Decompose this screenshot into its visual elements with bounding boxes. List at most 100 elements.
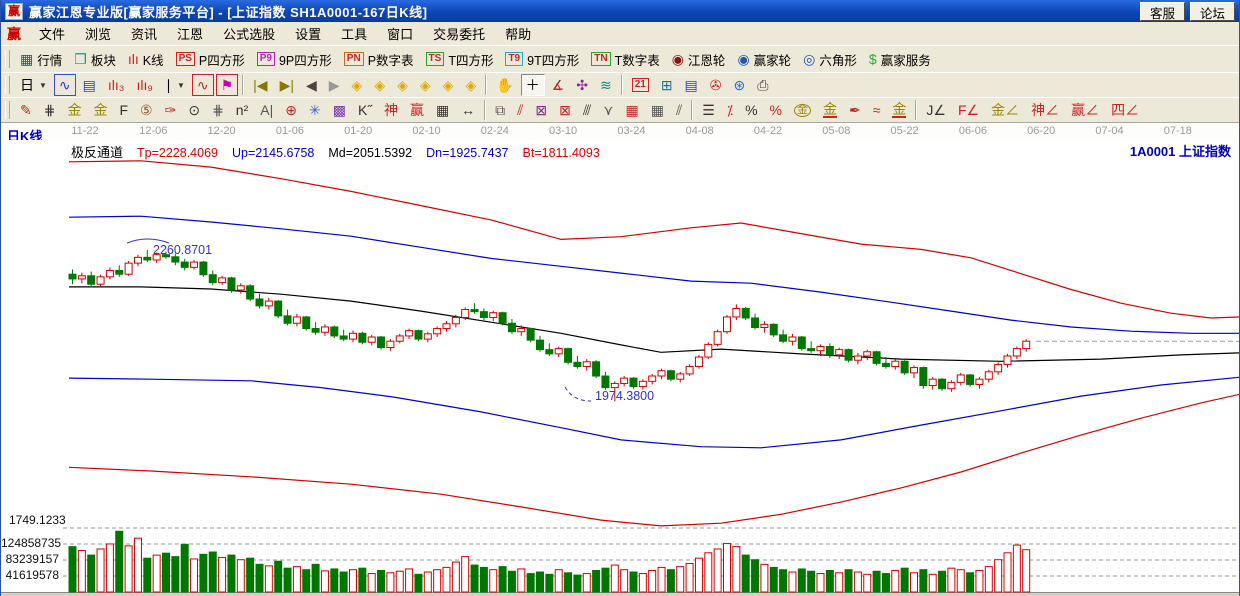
grid-arrow-icon[interactable]: ▦: [646, 99, 669, 121]
clock-scale-icon[interactable]: ⊙: [183, 99, 205, 121]
percent-icon[interactable]: %: [740, 99, 762, 121]
angle-ying-icon[interactable]: 赢∠: [1066, 99, 1104, 121]
gold-underline-red-icon[interactable]: 金: [887, 99, 911, 121]
menu-item-formula-stock-pick[interactable]: 公式选股: [213, 21, 285, 46]
compass-red-icon[interactable]: ⊕: [280, 99, 302, 121]
menu-item-settings[interactable]: 设置: [285, 21, 331, 46]
chart-canvas[interactable]: [1, 140, 1240, 593]
hand-tool-icon[interactable]: ✋: [491, 74, 518, 96]
gann-wheel-button[interactable]: ◉江恩轮: [667, 48, 731, 70]
gann-shape-purple-icon[interactable]: ✣: [571, 74, 593, 96]
gold-circle-icon[interactable]: 金: [789, 99, 816, 121]
web-tool-icon[interactable]: ⊛: [729, 74, 751, 96]
gold-line-icon[interactable]: 金: [818, 99, 842, 121]
info-note-icon[interactable]: ▤: [78, 74, 101, 96]
calculator-tool-icon[interactable]: ⊞: [656, 74, 678, 96]
menu-item-window[interactable]: 窗口: [377, 21, 423, 46]
box-tool-icon[interactable]: ⧉: [490, 99, 510, 121]
page-left-icon[interactable]: ◀: [301, 74, 322, 96]
percent-line-icon[interactable]: ⁒: [722, 99, 738, 121]
flag-chart-tool-icon[interactable]: ⚑: [216, 74, 239, 96]
shen-scale-icon[interactable]: 神: [379, 99, 403, 121]
diamond-arrow-x-icon[interactable]: ◈: [415, 74, 436, 96]
percent-red-icon[interactable]: %: [765, 99, 787, 121]
calendar-tool-icon[interactable]: 21: [627, 74, 654, 96]
fan-box-purple-icon[interactable]: ⊠: [530, 99, 552, 121]
t-number-table-button[interactable]: TNT数字表: [586, 48, 664, 70]
save-tool-icon[interactable]: ✇: [705, 74, 727, 96]
customer-service-button[interactable]: 客服: [1140, 2, 1185, 21]
winner-wheel-button[interactable]: ◉赢家轮: [732, 48, 796, 70]
diamond-arrow-right-icon[interactable]: ◈: [369, 74, 390, 96]
angle-j-icon[interactable]: J∠: [921, 99, 951, 121]
candle-style-dropdown-icon[interactable]: ∣▼: [160, 74, 190, 96]
candle-style-dropdown-dropdown-arrow[interactable]: ▼: [177, 81, 185, 90]
p-square-button[interactable]: PSP四方形: [171, 48, 250, 70]
zigzag-pattern-red-icon[interactable]: ∿: [192, 74, 214, 96]
menu-item-help[interactable]: 帮助: [495, 21, 541, 46]
menu-item-tools[interactable]: 工具: [331, 21, 377, 46]
pencil-tool-icon[interactable]: ✎: [15, 99, 37, 121]
gold-scale-2-icon[interactable]: 金: [88, 99, 112, 121]
notes-tool-icon[interactable]: ▤: [680, 74, 703, 96]
angle-measure-tool-icon[interactable]: ∡: [547, 74, 570, 96]
pattern-grid-box-icon[interactable]: ▩: [328, 99, 351, 121]
ruler-123-icon[interactable]: ▦: [431, 99, 454, 121]
menu-item-gann[interactable]: 江恩: [167, 21, 213, 46]
menu-item-trade-order[interactable]: 交易委托: [423, 21, 495, 46]
menu-item-browse[interactable]: 浏览: [75, 21, 121, 46]
menu-item-file[interactable]: 文件: [29, 21, 75, 46]
diamond-arrow-star-icon[interactable]: ◈: [438, 74, 459, 96]
9p-square-button[interactable]: P99P四方形: [252, 48, 337, 70]
hexagon-button[interactable]: ◎六角形: [798, 48, 862, 70]
angle-gold-icon[interactable]: 金∠: [986, 99, 1024, 121]
gold-scale-1-icon[interactable]: 金: [62, 99, 86, 121]
print-tool-icon[interactable]: ⎙: [752, 74, 773, 96]
bars-3-tool-icon[interactable]: ılı₃: [103, 74, 130, 96]
rocket-scale-icon[interactable]: ✑: [160, 99, 182, 121]
zigzag-pattern-blue-icon[interactable]: ∿: [54, 74, 76, 96]
fan-box-red-icon[interactable]: ⊠: [554, 99, 576, 121]
n2-scale-icon[interactable]: n²: [231, 99, 253, 121]
bars-9-tool-icon[interactable]: ılı₉: [131, 74, 157, 96]
forum-button[interactable]: 论坛: [1190, 2, 1235, 21]
ying-scale-icon[interactable]: 赢: [405, 99, 429, 121]
t-square-button[interactable]: TST四方形: [421, 48, 499, 70]
parallel-lines-icon[interactable]: ⫽: [671, 99, 687, 121]
angle-si-icon[interactable]: 四∠: [1106, 99, 1144, 121]
diamond-arrow-cross-icon[interactable]: ◈: [460, 74, 481, 96]
angle-f-icon[interactable]: F∠: [953, 99, 984, 121]
pattern-teal-icon[interactable]: ≋: [595, 74, 617, 96]
goto-first-icon[interactable]: |◀: [248, 74, 272, 96]
brush-tool-icon[interactable]: ✒: [844, 99, 866, 121]
angle-snap-icon[interactable]: A|: [255, 99, 278, 121]
f-scale-icon[interactable]: F: [114, 99, 133, 121]
9t-square-button[interactable]: T99T四方形: [500, 48, 584, 70]
angle-lines-icon[interactable]: ⫻: [578, 99, 596, 121]
v-lines-icon[interactable]: ⋎: [598, 99, 618, 121]
goto-last-icon[interactable]: ▶|: [275, 74, 299, 96]
sectors-button[interactable]: ❒板块: [69, 48, 121, 70]
kline-style-dropdown-dropdown-arrow[interactable]: ▼: [39, 81, 47, 90]
kline-button[interactable]: ılıK线: [123, 48, 169, 70]
width-measure-icon[interactable]: ↔: [456, 99, 480, 121]
spiral-5-icon[interactable]: ⑤: [135, 99, 158, 121]
quotes-button[interactable]: ▦行情: [15, 48, 67, 70]
p-number-table-button[interactable]: PNP数字表: [339, 48, 419, 70]
menu-item-news[interactable]: 资讯: [121, 21, 167, 46]
wave-tool-icon[interactable]: ≈: [868, 99, 886, 121]
star-blue-icon[interactable]: ✳: [304, 99, 326, 121]
fan-lines-red-icon[interactable]: ⫽: [512, 99, 528, 121]
plain-scale-icon[interactable]: ⋕: [207, 99, 229, 121]
kline-style-dropdown-icon[interactable]: 日▼: [15, 74, 52, 96]
k-quote-icon[interactable]: K˝: [353, 99, 377, 121]
winner-service-button[interactable]: $赢家服务: [864, 48, 936, 70]
angle-shen-icon[interactable]: 神∠: [1026, 99, 1064, 121]
diamond-arrow-left-icon[interactable]: ◈: [347, 74, 368, 96]
page-right-icon[interactable]: ▶: [324, 74, 345, 96]
price-scale-tool-icon[interactable]: ☰: [697, 99, 720, 121]
grid-red-icon[interactable]: ▦: [621, 99, 644, 121]
scale-hash-icon[interactable]: ⋕: [39, 99, 61, 121]
crosshair-tool-icon[interactable]: ＋: [521, 74, 545, 96]
diamond-arrow-h-icon[interactable]: ◈: [392, 74, 413, 96]
